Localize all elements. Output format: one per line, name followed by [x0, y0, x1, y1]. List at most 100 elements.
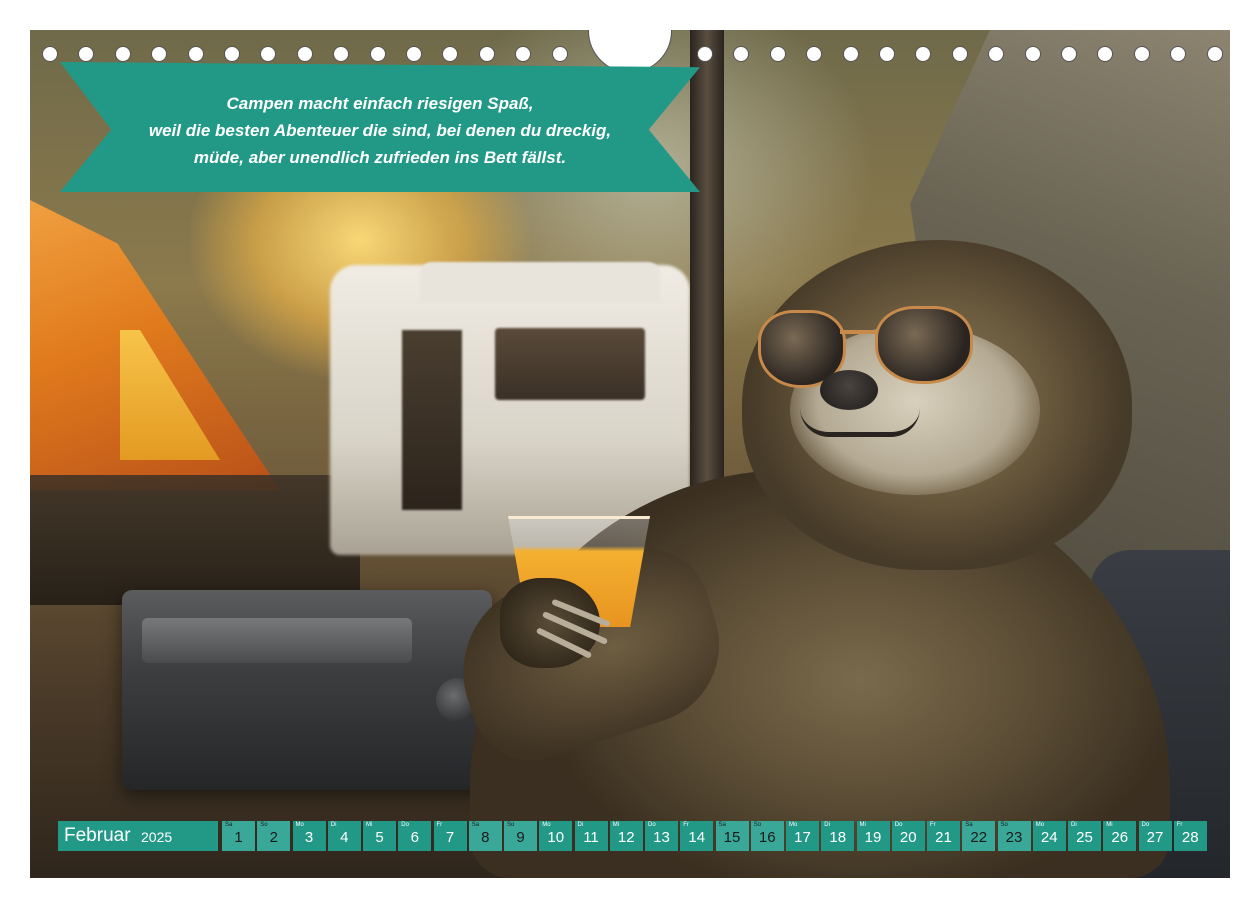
weekday-abbr: Di	[824, 822, 830, 828]
weekday-abbr: Mo	[542, 822, 551, 828]
day-number: 2	[269, 829, 278, 846]
binding-hole	[842, 46, 859, 62]
calendar-day: Fr 21	[927, 821, 960, 851]
binding-hole	[697, 46, 713, 62]
tent-pole	[690, 30, 724, 530]
day-number: 16	[758, 829, 776, 846]
binding-hole	[769, 46, 786, 62]
calendar-day: Sa 8	[468, 821, 502, 851]
weekday-abbr: Fr	[1176, 822, 1183, 828]
calendar-day: So 23	[997, 821, 1031, 851]
binding-hole	[1097, 46, 1114, 62]
calendar-day: Di 11	[574, 821, 608, 851]
sunglasses-bridge	[840, 330, 876, 334]
day-number: 23	[1005, 829, 1023, 846]
binding-hole	[442, 46, 459, 62]
binding-hole	[1170, 46, 1187, 62]
month-name: Februar	[64, 825, 131, 846]
binding-hole	[515, 46, 532, 62]
binding-hole	[988, 46, 1005, 62]
day-number: 27	[1146, 829, 1164, 846]
day-number: 19	[864, 829, 882, 846]
weekday-abbr: Do	[1141, 822, 1150, 828]
binding-hole	[951, 46, 968, 62]
binding-hole	[1206, 46, 1223, 62]
calendar-strip: Februar 2025 Sa 1 So 2 Mo 3 Di 4 Mi 5 Do 6 Fr 7 Sa 8 So 9…	[58, 821, 1207, 851]
calendar-day: Sa 1	[222, 821, 255, 851]
quote-line: müde, aber unendlich zufrieden ins Bett …	[193, 148, 567, 167]
weekday-abbr: Mo	[295, 822, 304, 828]
day-number: 10	[547, 829, 565, 846]
weekday-abbr: Fr	[930, 822, 936, 828]
binding-hole	[296, 46, 313, 62]
day-number: 18	[829, 829, 847, 846]
binding-hole	[114, 46, 131, 62]
binding-hole	[1024, 46, 1041, 62]
binding-hole	[333, 46, 350, 62]
day-number: 12	[617, 829, 635, 846]
weekday-abbr: Di	[330, 822, 337, 828]
day-number: 21	[935, 829, 952, 846]
weekday-abbr: Fr	[683, 822, 689, 828]
day-number: 25	[1076, 829, 1093, 846]
day-number: 5	[375, 829, 384, 846]
day-number: 17	[794, 829, 811, 846]
binding-hole	[1133, 46, 1150, 62]
weekday-abbr: Sa	[225, 822, 233, 828]
van-roof	[420, 262, 660, 302]
binding-hole	[478, 46, 495, 62]
weekday-abbr: Fr	[436, 822, 443, 828]
weekday-abbr: Do	[401, 822, 409, 828]
calendar-day: Fr 28	[1173, 821, 1207, 851]
calendar-day: Di 18	[821, 821, 855, 851]
binding-hole	[187, 46, 204, 62]
binding-hole	[915, 46, 932, 62]
van-door	[402, 330, 462, 510]
day-number: 13	[653, 829, 670, 846]
weekday-abbr: Mo	[789, 822, 798, 828]
calendar-day: Do 6	[398, 821, 432, 851]
binding-hole	[551, 46, 568, 62]
calendar-day: Sa 22	[962, 821, 996, 851]
day-number: 9	[516, 829, 525, 846]
calendar-day: So 2	[257, 821, 291, 851]
calendar-day: Do 27	[1138, 821, 1172, 851]
weekday-abbr: Mi	[1106, 822, 1113, 828]
binding-hole	[406, 46, 422, 62]
quote-line: Campen macht einfach riesigen Spaß,	[226, 94, 534, 113]
sloth-nose	[820, 370, 878, 410]
binding-hole	[733, 46, 750, 62]
day-number: 26	[1111, 829, 1129, 846]
day-number: 15	[723, 829, 741, 846]
day-number: 7	[445, 829, 455, 846]
binding-hole	[224, 46, 240, 62]
binding-hole	[879, 46, 895, 62]
weekday-abbr: Di	[1071, 822, 1077, 828]
day-number: 3	[304, 829, 314, 846]
quote-text: Campen macht einfach riesigen Spaß, weil…	[110, 90, 650, 171]
day-number: 20	[899, 829, 917, 846]
calendar-day: Mo 10	[539, 821, 573, 851]
calendar-day: Mi 26	[1103, 821, 1137, 851]
day-number: 8	[481, 829, 490, 846]
grill-lid	[142, 618, 412, 663]
calendar-day: Do 20	[891, 821, 925, 851]
calendar-day: Mo 24	[1032, 821, 1066, 851]
weekday-abbr: Do	[648, 822, 656, 828]
weekday-abbr: Sa	[965, 822, 973, 828]
calendar-day: Sa 15	[715, 821, 749, 851]
calendar-day: Mo 3	[292, 821, 326, 851]
van-window	[495, 328, 645, 400]
day-number: 11	[583, 829, 599, 846]
day-number: 28	[1181, 829, 1199, 846]
camping-table	[30, 475, 360, 605]
binding-hole	[260, 46, 277, 62]
day-number: 6	[410, 829, 419, 846]
calendar-day: Di 4	[327, 821, 361, 851]
sloth-smile	[800, 408, 920, 437]
day-number: 1	[234, 829, 243, 846]
calendar-day: Mo 17	[786, 821, 819, 851]
calendar-day: Mi 5	[363, 821, 396, 851]
weekday-abbr: Sa	[471, 822, 480, 828]
weekday-abbr: Di	[577, 822, 584, 828]
